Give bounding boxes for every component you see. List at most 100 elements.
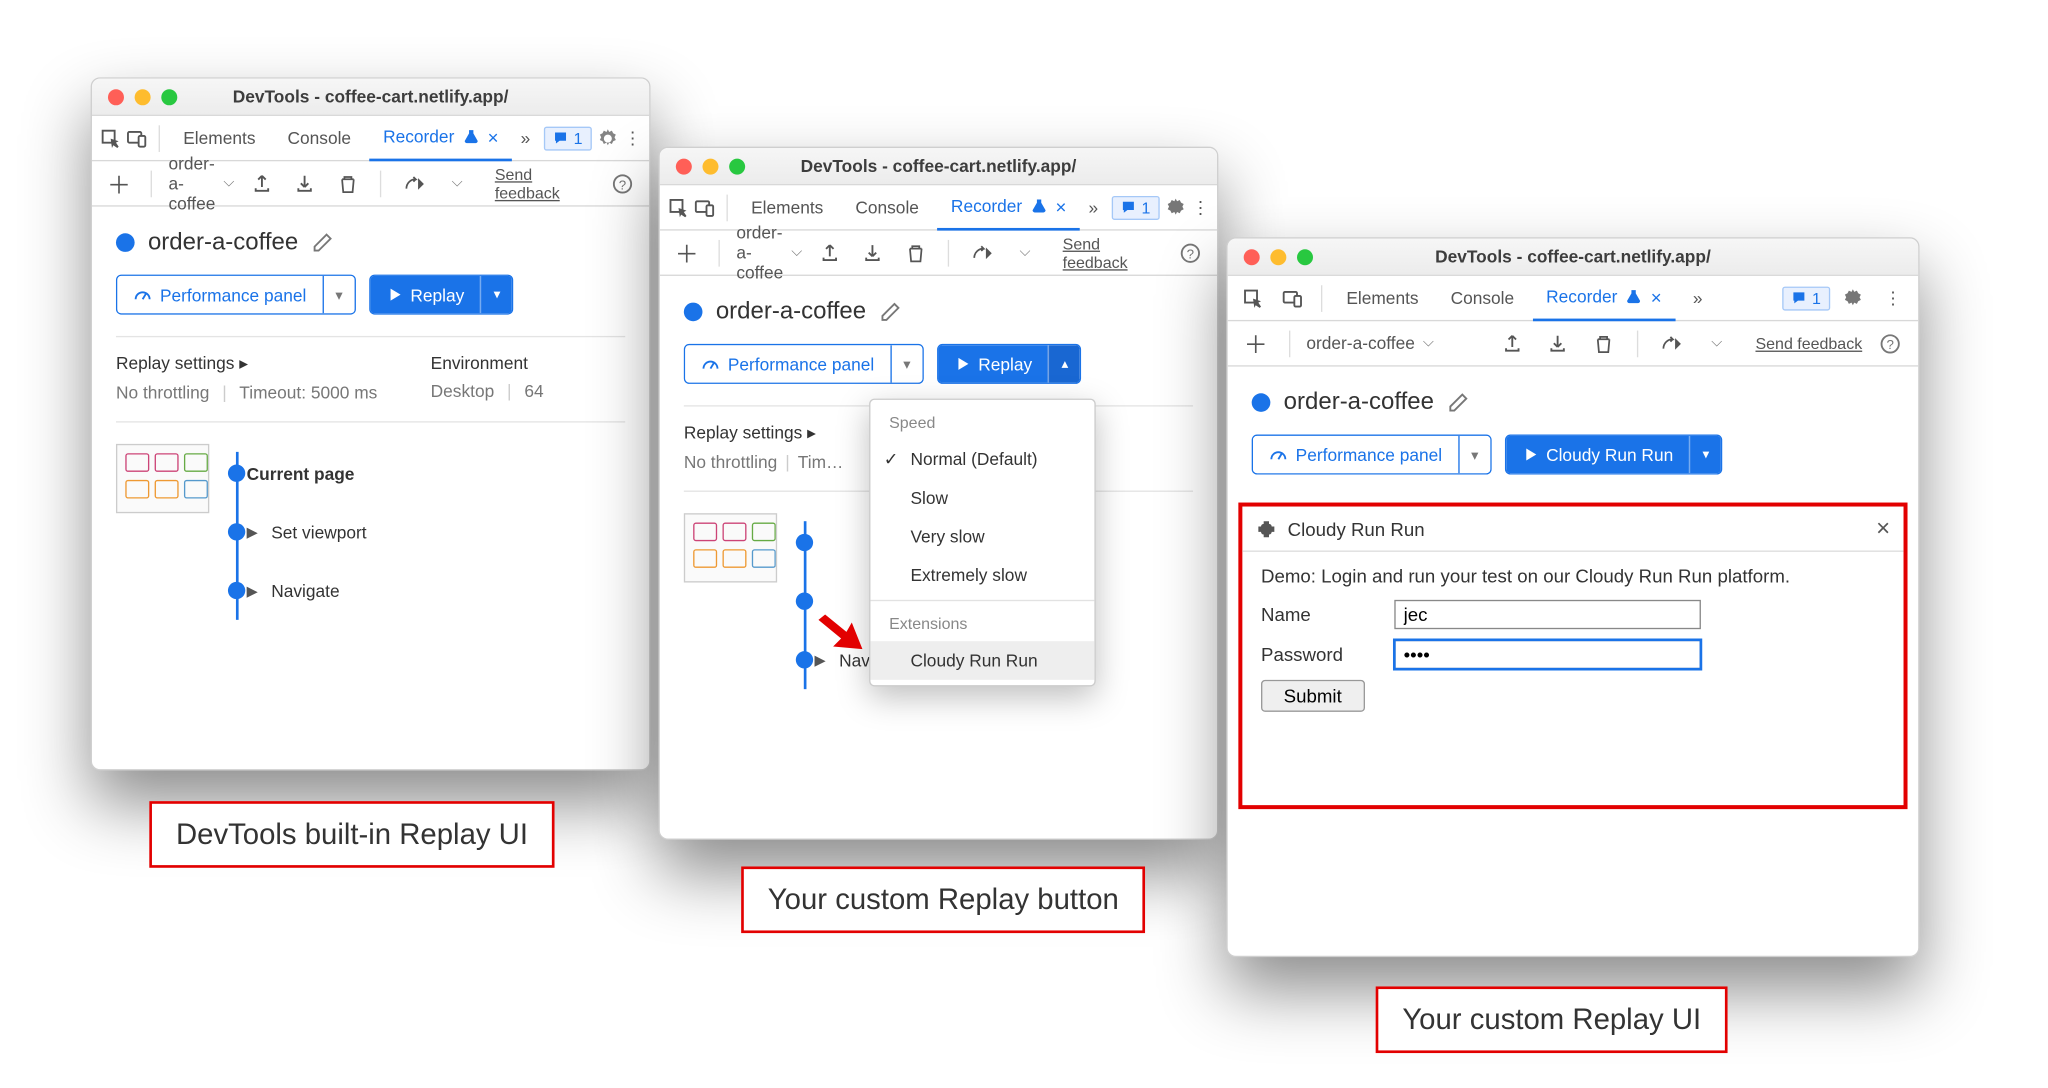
step-set-viewport[interactable]: ▶Set viewport <box>247 503 626 562</box>
edit-icon[interactable] <box>879 301 900 322</box>
menu-item-slow[interactable]: Slow <box>870 479 1094 518</box>
settings-icon[interactable] <box>1836 281 1871 316</box>
close-window-icon[interactable] <box>676 158 692 174</box>
issues-badge[interactable]: 1 <box>544 126 592 150</box>
import-icon[interactable] <box>288 166 321 201</box>
performance-panel-button[interactable]: Performance panel▾ <box>684 344 924 384</box>
replay-button[interactable]: Replay▴ <box>937 344 1082 384</box>
add-recording-icon[interactable]: ＋ <box>103 166 136 201</box>
close-window-icon[interactable] <box>1244 249 1260 265</box>
password-field[interactable] <box>1394 640 1701 669</box>
replay-settings-head[interactable]: Replay settings ▸ <box>116 353 377 374</box>
svg-text:?: ? <box>1186 246 1193 261</box>
tab-console[interactable]: Console <box>274 115 364 160</box>
tab-console[interactable]: Console <box>842 185 932 230</box>
record-dot-icon <box>684 302 703 321</box>
menu-item-normal[interactable]: Normal (Default) <box>870 440 1094 479</box>
menu-item-extremely-slow[interactable]: Extremely slow <box>870 556 1094 595</box>
minimize-window-icon[interactable] <box>135 89 151 105</box>
export-icon[interactable] <box>1496 326 1531 361</box>
send-feedback-link[interactable]: Send feedback <box>1755 334 1862 353</box>
settings-icon[interactable] <box>597 121 618 156</box>
help-icon[interactable]: ? <box>1873 326 1908 361</box>
zoom-window-icon[interactable] <box>161 89 177 105</box>
chevron-down-icon[interactable]: ⌵ <box>1699 326 1734 361</box>
step-over-icon[interactable] <box>398 166 431 201</box>
send-feedback-link[interactable]: Send feedback <box>1063 234 1163 271</box>
chevron-down-icon[interactable]: ⌵ <box>1009 235 1042 270</box>
minimize-window-icon[interactable] <box>1270 249 1286 265</box>
device-toggle-icon[interactable] <box>694 190 715 225</box>
close-icon[interactable]: × <box>1876 515 1890 543</box>
chevron-down-icon[interactable]: ⌵ <box>441 166 474 201</box>
step-current-page[interactable]: Current page <box>247 444 626 503</box>
edit-icon[interactable] <box>1447 391 1468 412</box>
step-navigate[interactable]: ▶Navigate <box>247 561 626 620</box>
tab-recorder[interactable]: Recorder× <box>1533 275 1675 320</box>
close-window-icon[interactable] <box>108 89 124 105</box>
inspect-icon[interactable] <box>668 190 689 225</box>
more-tabs-icon[interactable]: » <box>1085 190 1101 225</box>
titlebar[interactable]: DevTools - coffee-cart.netlify.app/ <box>1228 239 1918 276</box>
issues-badge[interactable]: 1 <box>1112 195 1160 219</box>
recording-selector[interactable]: order-a-coffee⌵ <box>1306 333 1485 353</box>
cloudy-run-run-button[interactable]: Cloudy Run Run▾ <box>1505 435 1723 475</box>
menu-head-speed: Speed <box>870 405 1094 440</box>
svg-text:?: ? <box>619 177 626 192</box>
device-toggle-icon[interactable] <box>1276 281 1311 316</box>
help-icon[interactable]: ? <box>606 166 639 201</box>
titlebar[interactable]: DevTools - coffee-cart.netlify.app/ <box>660 148 1217 185</box>
delete-icon[interactable] <box>1586 326 1621 361</box>
name-field[interactable] <box>1394 600 1701 629</box>
close-tab-icon[interactable]: × <box>488 126 499 147</box>
send-feedback-link[interactable]: Send feedback <box>495 165 595 202</box>
settings-icon[interactable] <box>1165 190 1186 225</box>
zoom-window-icon[interactable] <box>729 158 745 174</box>
tab-recorder[interactable]: Recorder × <box>370 115 512 160</box>
step-over-icon[interactable] <box>1654 326 1689 361</box>
help-icon[interactable]: ? <box>1174 235 1207 270</box>
add-recording-icon[interactable]: ＋ <box>1238 326 1273 361</box>
perf-panel-dropdown[interactable]: ▾ <box>322 276 354 313</box>
device-toggle-icon[interactable] <box>127 121 148 156</box>
recording-selector[interactable]: order-a-coffee ⌵ <box>168 153 234 213</box>
close-tab-icon[interactable]: × <box>1651 286 1662 307</box>
menu-item-very-slow[interactable]: Very slow <box>870 517 1094 556</box>
step-over-icon[interactable] <box>965 235 998 270</box>
performance-panel-button[interactable]: Performance panel ▾ <box>116 275 356 315</box>
menu-item-cloudy-run-run[interactable]: Cloudy Run Run <box>870 641 1094 680</box>
import-icon[interactable] <box>1541 326 1576 361</box>
replay-speed-menu: Speed Normal (Default) Slow Very slow Ex… <box>869 399 1096 687</box>
tab-console[interactable]: Console <box>1437 275 1527 320</box>
zoom-window-icon[interactable] <box>1297 249 1313 265</box>
delete-icon[interactable] <box>332 166 365 201</box>
titlebar[interactable]: DevTools - coffee-cart.netlify.app/ <box>92 79 649 116</box>
kebab-menu-icon[interactable]: ⋮ <box>624 121 641 156</box>
tab-recorder[interactable]: Recorder × <box>938 185 1080 230</box>
recording-selector[interactable]: order-a-coffee⌵ <box>736 223 802 283</box>
export-icon[interactable] <box>813 235 846 270</box>
inspect-icon[interactable] <box>100 121 121 156</box>
replay-dropdown[interactable]: ▾ <box>480 276 512 313</box>
page-thumbnail <box>116 444 209 513</box>
minimize-window-icon[interactable] <box>702 158 718 174</box>
replay-button[interactable]: Replay ▾ <box>369 275 514 315</box>
inspect-icon[interactable] <box>1236 281 1271 316</box>
devtools-window-1: DevTools - coffee-cart.netlify.app/ Elem… <box>91 77 651 770</box>
import-icon[interactable] <box>856 235 889 270</box>
kebab-menu-icon[interactable]: ⋮ <box>1876 281 1911 316</box>
env-desktop: Desktop <box>431 381 495 401</box>
issues-badge[interactable]: 1 <box>1783 286 1831 310</box>
submit-button[interactable]: Submit <box>1261 680 1364 712</box>
performance-panel-button[interactable]: Performance panel▾ <box>1252 435 1492 475</box>
delete-icon[interactable] <box>900 235 933 270</box>
tab-elements[interactable]: Elements <box>1333 275 1432 320</box>
edit-icon[interactable] <box>312 231 333 252</box>
add-recording-icon[interactable]: ＋ <box>670 235 703 270</box>
more-tabs-icon[interactable]: » <box>517 121 533 156</box>
close-tab-icon[interactable]: × <box>1056 195 1067 216</box>
export-icon[interactable] <box>245 166 278 201</box>
more-tabs-icon[interactable]: » <box>1680 281 1715 316</box>
menu-head-extensions: Extensions <box>870 607 1094 642</box>
kebab-menu-icon[interactable]: ⋮ <box>1192 190 1209 225</box>
